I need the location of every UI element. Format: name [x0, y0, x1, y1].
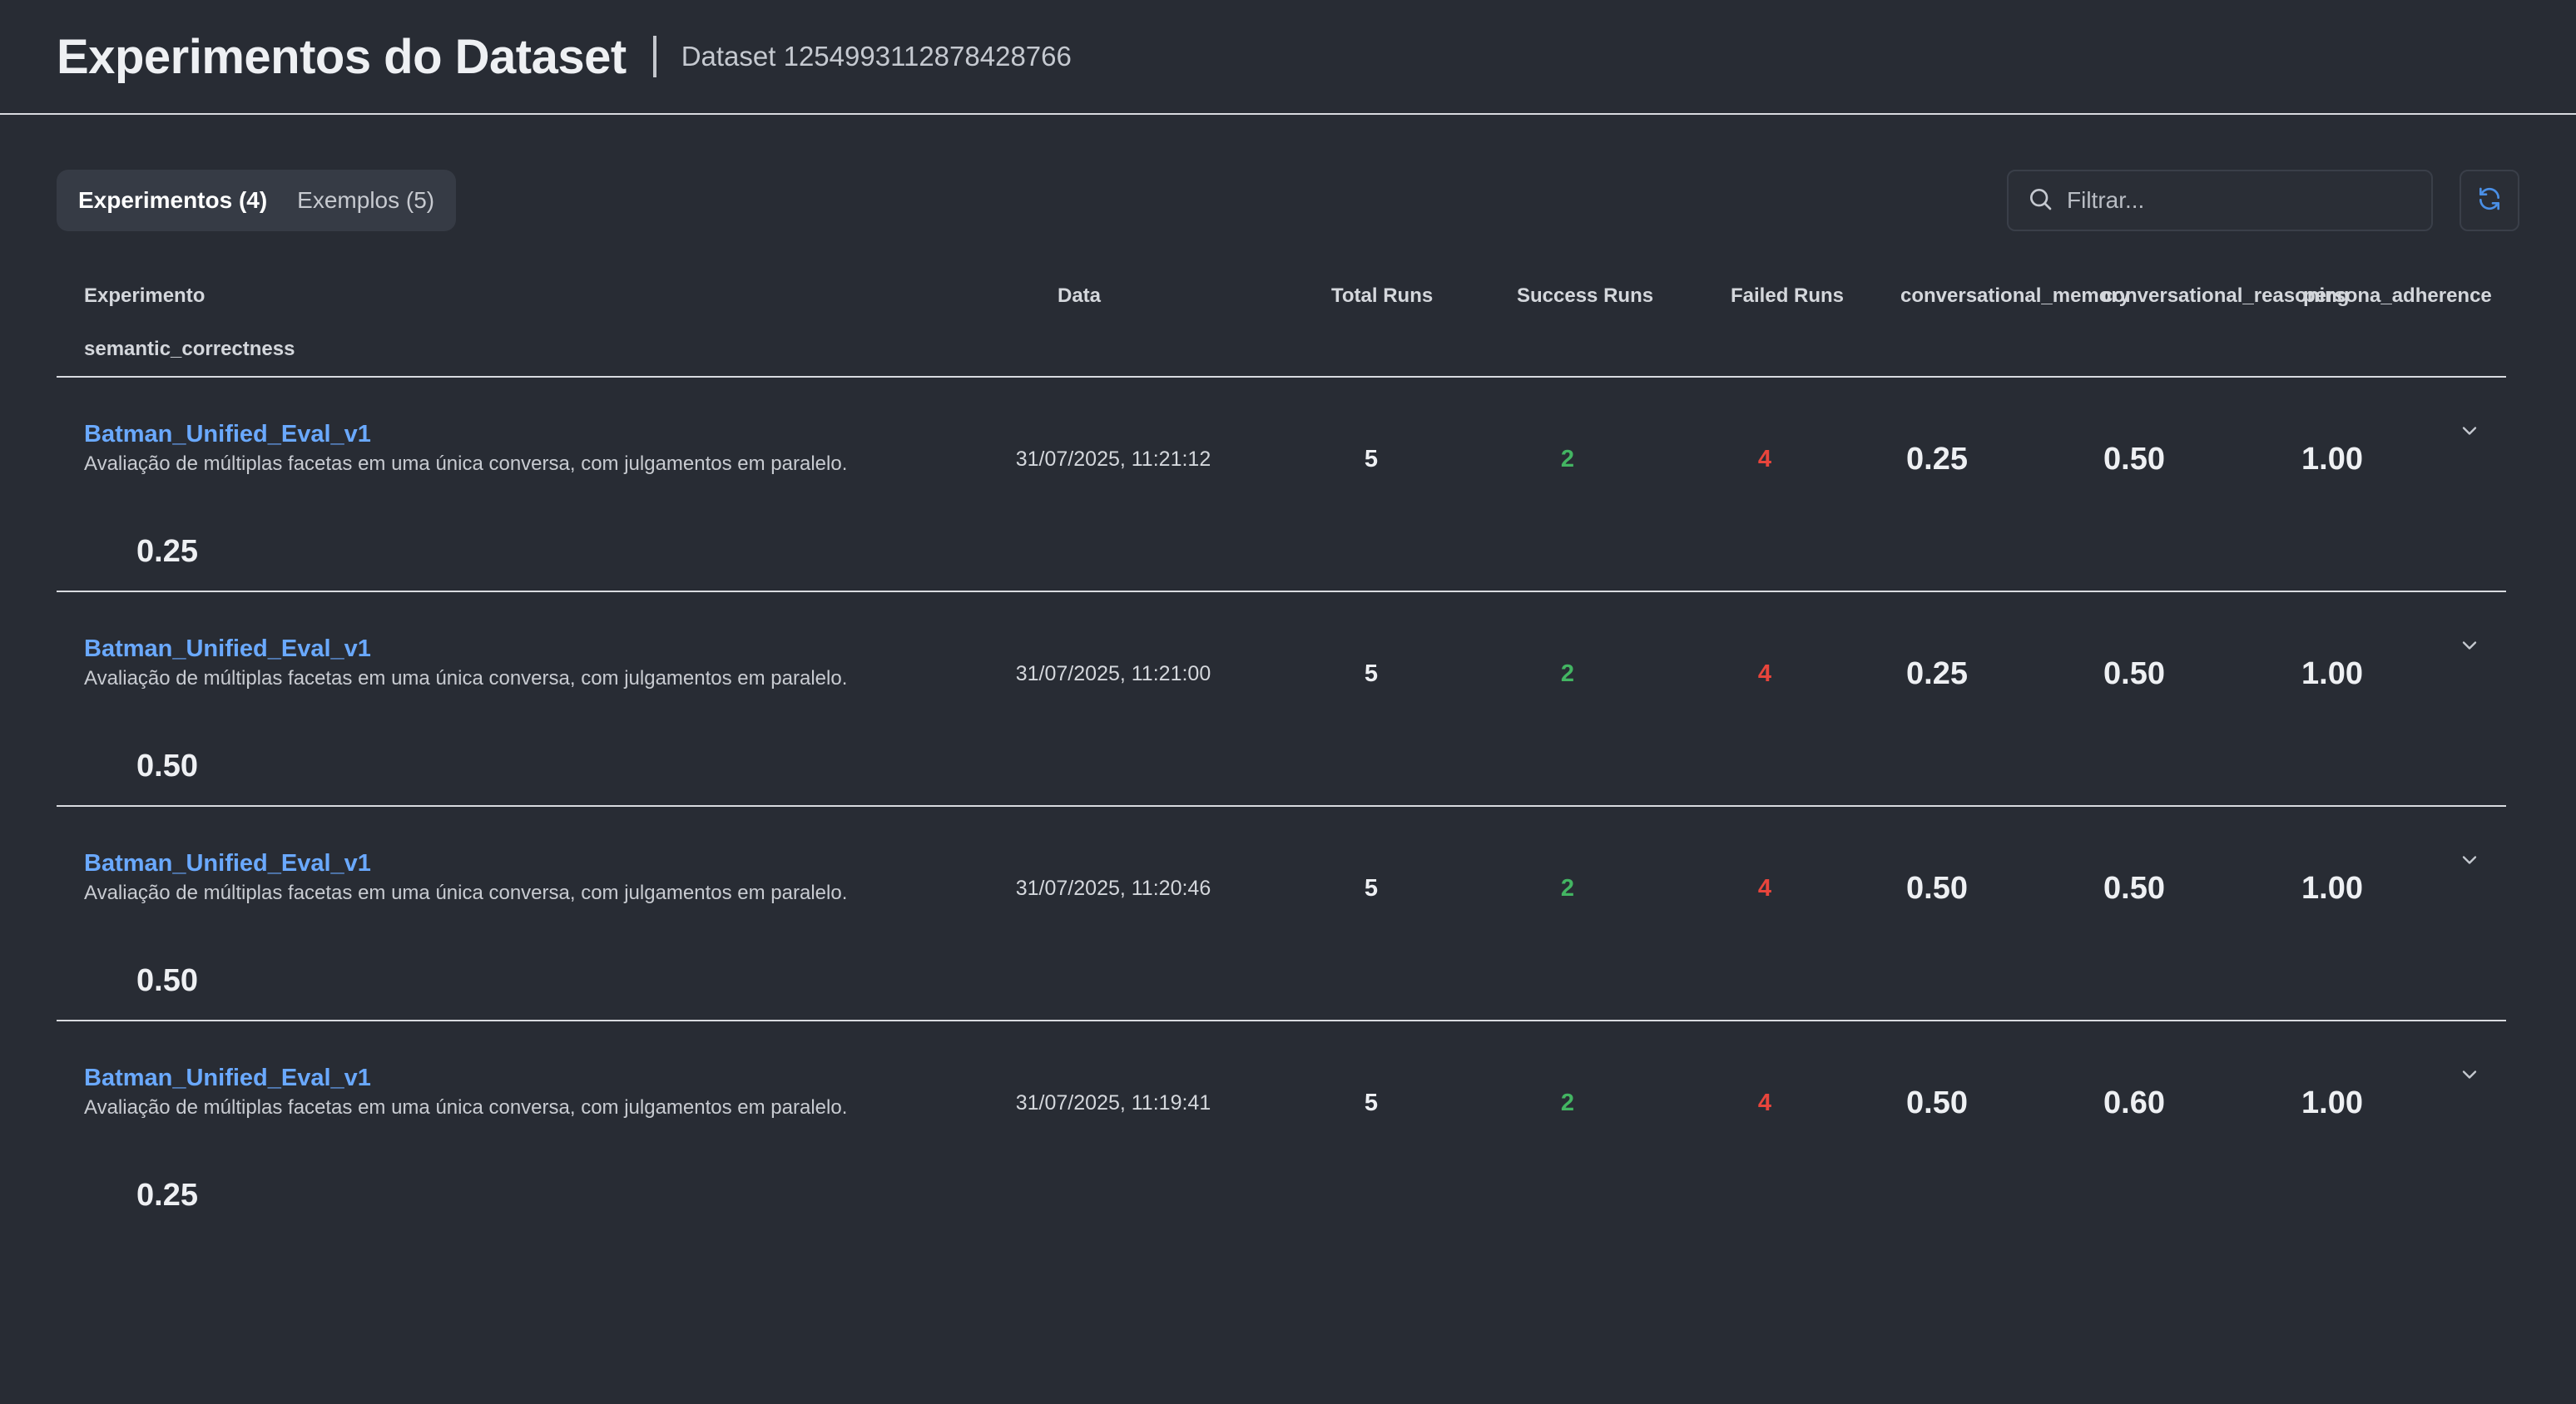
persona-adherence-score: 1.00: [2301, 655, 2363, 691]
column-header-total-runs[interactable]: Total Runs: [1331, 284, 1433, 308]
experiment-name-link[interactable]: Batman_Unified_Eval_v1: [84, 1065, 371, 1092]
experiment-description: Avaliação de múltiplas facetas em uma ún…: [84, 452, 848, 475]
date-cell: 31/07/2025, 11:21:00: [1015, 661, 1211, 685]
chevron-down-icon[interactable]: [2458, 848, 2481, 876]
tab-experimentos[interactable]: Experimentos (4): [63, 176, 282, 225]
semantic-correctness-score: 0.50: [136, 963, 198, 998]
failed-runs-cell: 4: [1757, 874, 1772, 902]
column-header-experimento[interactable]: Experimento: [84, 284, 205, 308]
success-runs-cell: 2: [1560, 660, 1575, 687]
chevron-down-icon[interactable]: [2458, 1063, 2481, 1090]
filter-box[interactable]: [2007, 170, 2433, 231]
column-header-failed-runs[interactable]: Failed Runs: [1731, 284, 1844, 308]
page-title: Experimentos do Dataset: [57, 29, 627, 84]
filter-input[interactable]: [2067, 187, 2416, 214]
chevron-down-icon[interactable]: [2458, 419, 2481, 447]
table-row[interactable]: Batman_Unified_Eval_v1 Avaliação de múlt…: [57, 378, 2506, 592]
dataset-label: Dataset 1254993112878428766: [681, 41, 1072, 72]
persona-adherence-score: 1.00: [2301, 441, 2363, 477]
success-runs-cell: 2: [1560, 445, 1575, 472]
persona-adherence-score: 1.00: [2301, 870, 2363, 906]
experiment-description: Avaliação de múltiplas facetas em uma ún…: [84, 667, 848, 690]
total-runs-cell: 5: [1364, 660, 1379, 687]
conversational-reasoning-score: 0.50: [2103, 655, 2165, 691]
semantic-correctness-score: 0.50: [136, 749, 198, 784]
experiment-description: Avaliação de múltiplas facetas em uma ún…: [84, 882, 848, 904]
experiment-description: Avaliação de múltiplas facetas em uma ún…: [84, 1096, 848, 1119]
toolbar: Experimentos (4) Exemplos (5): [57, 170, 2519, 231]
persona-adherence-score: 1.00: [2301, 1085, 2363, 1120]
column-header-persona-adherence[interactable]: persona_adherence: [2303, 284, 2492, 308]
table-row[interactable]: Batman_Unified_Eval_v1 Avaliação de múlt…: [57, 1021, 2506, 1236]
page-header: Experimentos do Dataset Dataset 12549931…: [0, 0, 2576, 115]
refresh-icon: [2476, 185, 2503, 216]
table-row[interactable]: Batman_Unified_Eval_v1 Avaliação de múlt…: [57, 807, 2506, 1021]
date-cell: 31/07/2025, 11:20:46: [1015, 876, 1211, 900]
success-runs-cell: 2: [1560, 874, 1575, 902]
conversational-memory-score: 0.50: [1906, 1085, 1968, 1120]
failed-runs-cell: 4: [1757, 1089, 1772, 1116]
failed-runs-cell: 4: [1757, 445, 1772, 472]
experiment-name-link[interactable]: Batman_Unified_Eval_v1: [84, 635, 371, 663]
total-runs-cell: 5: [1364, 1089, 1379, 1116]
tab-bar: Experimentos (4) Exemplos (5): [57, 170, 457, 231]
failed-runs-cell: 4: [1757, 660, 1772, 687]
total-runs-cell: 5: [1364, 874, 1379, 902]
semantic-correctness-score: 0.25: [136, 1178, 198, 1213]
refresh-button[interactable]: [2460, 170, 2519, 231]
date-cell: 31/07/2025, 11:19:41: [1015, 1090, 1211, 1115]
conversational-reasoning-score: 0.60: [2103, 1085, 2165, 1120]
conversational-reasoning-score: 0.50: [2103, 441, 2165, 477]
column-header-semantic-correctness[interactable]: semantic_correctness: [84, 338, 295, 361]
experiments-table: Experimento Data Total Runs Success Runs…: [57, 273, 2506, 1236]
conversational-reasoning-score: 0.50: [2103, 870, 2165, 906]
search-icon: [2027, 185, 2053, 216]
conversational-memory-score: 0.25: [1906, 441, 1968, 477]
tab-exemplos[interactable]: Exemplos (5): [282, 176, 449, 225]
experiment-name-link[interactable]: Batman_Unified_Eval_v1: [84, 421, 371, 448]
chevron-down-icon[interactable]: [2458, 634, 2481, 661]
title-divider: [652, 36, 656, 77]
semantic-correctness-score: 0.25: [136, 534, 198, 569]
experiment-name-link[interactable]: Batman_Unified_Eval_v1: [84, 850, 371, 878]
column-header-conversational-memory[interactable]: conversational_memory: [1900, 284, 2130, 308]
column-header-success-runs[interactable]: Success Runs: [1517, 284, 1653, 308]
conversational-memory-score: 0.50: [1906, 870, 1968, 906]
success-runs-cell: 2: [1560, 1089, 1575, 1116]
total-runs-cell: 5: [1364, 445, 1379, 472]
table-header: Experimento Data Total Runs Success Runs…: [57, 273, 2506, 378]
table-row[interactable]: Batman_Unified_Eval_v1 Avaliação de múlt…: [57, 592, 2506, 807]
date-cell: 31/07/2025, 11:21:12: [1015, 447, 1211, 471]
conversational-memory-score: 0.25: [1906, 655, 1968, 691]
column-header-data[interactable]: Data: [1058, 284, 1101, 308]
